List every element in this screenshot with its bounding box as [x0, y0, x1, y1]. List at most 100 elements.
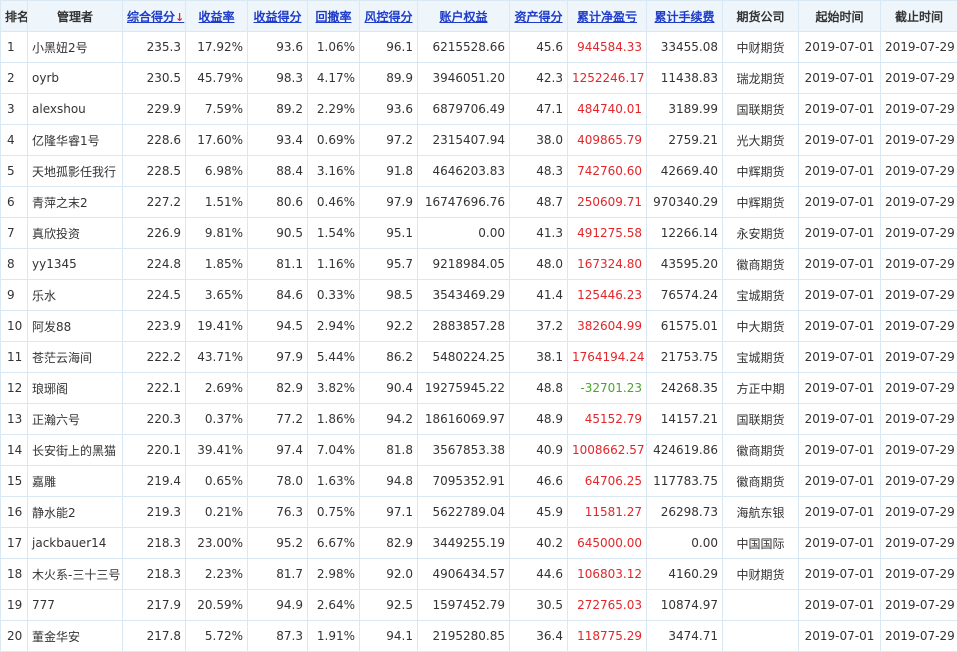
broker-name: 方正中期 — [723, 373, 799, 404]
return-rate: 19.41% — [186, 311, 248, 342]
composite-score: 220.1 — [123, 435, 186, 466]
asset-score: 44.6 — [510, 559, 568, 590]
composite-score: 222.2 — [123, 342, 186, 373]
drawdown-rate: 5.44% — [308, 342, 360, 373]
risk-score: 95.1 — [360, 218, 418, 249]
table-row: 7真欣投资226.99.81%90.51.54%95.10.0041.34912… — [1, 218, 957, 249]
end-date: 2019-07-29 — [881, 218, 957, 249]
drawdown-rate: 0.75% — [308, 497, 360, 528]
header-risk-score[interactable]: 风控得分 — [360, 1, 418, 32]
return-score: 84.6 — [248, 280, 308, 311]
end-date: 2019-07-29 — [881, 435, 957, 466]
start-date: 2019-07-01 — [799, 528, 881, 559]
start-date: 2019-07-01 — [799, 311, 881, 342]
account-equity: 5622789.04 — [418, 497, 510, 528]
row-rank: 14 — [1, 435, 28, 466]
header-equity[interactable]: 账户权益 — [418, 1, 510, 32]
row-rank: 8 — [1, 249, 28, 280]
header-return-rate[interactable]: 收益率 — [186, 1, 248, 32]
broker-name: 中国国际 — [723, 528, 799, 559]
net-pnl: 742760.60 — [568, 156, 647, 187]
return-score: 94.9 — [248, 590, 308, 621]
table-row: 2oyrb230.545.79%98.34.17%89.93946051.204… — [1, 63, 957, 94]
return-score: 93.4 — [248, 125, 308, 156]
row-rank: 16 — [1, 497, 28, 528]
start-date: 2019-07-01 — [799, 435, 881, 466]
table-row: 20董金华安217.85.72%87.31.91%94.12195280.853… — [1, 621, 957, 652]
sort-desc-icon: ↓ — [175, 11, 184, 24]
row-rank: 9 — [1, 280, 28, 311]
broker-name: 光大期货 — [723, 125, 799, 156]
net-pnl: 250609.71 — [568, 187, 647, 218]
header-net-pnl[interactable]: 累计净盈亏 — [568, 1, 647, 32]
table-row: 17jackbauer14218.323.00%95.26.67%82.9344… — [1, 528, 957, 559]
table-body: 1小黑妞2号235.317.92%93.61.06%96.16215528.66… — [1, 32, 957, 652]
asset-score: 36.4 — [510, 621, 568, 652]
return-score: 81.7 — [248, 559, 308, 590]
asset-score: 48.8 — [510, 373, 568, 404]
total-fees: 2759.21 — [647, 125, 723, 156]
account-equity: 6215528.66 — [418, 32, 510, 63]
return-rate: 2.69% — [186, 373, 248, 404]
account-equity: 1597452.79 — [418, 590, 510, 621]
end-date: 2019-07-29 — [881, 466, 957, 497]
row-rank: 15 — [1, 466, 28, 497]
composite-score: 218.3 — [123, 559, 186, 590]
table-row: 8yy1345224.81.85%81.11.16%95.79218984.05… — [1, 249, 957, 280]
broker-name: 瑞龙期货 — [723, 63, 799, 94]
broker-name — [723, 621, 799, 652]
composite-score: 218.3 — [123, 528, 186, 559]
drawdown-rate: 1.91% — [308, 621, 360, 652]
return-score: 90.5 — [248, 218, 308, 249]
asset-score: 45.9 — [510, 497, 568, 528]
row-rank: 19 — [1, 590, 28, 621]
manager-name: jackbauer14 — [28, 528, 123, 559]
return-score: 94.5 — [248, 311, 308, 342]
manager-name: 董金华安 — [28, 621, 123, 652]
account-equity: 9218984.05 — [418, 249, 510, 280]
total-fees: 3474.71 — [647, 621, 723, 652]
return-rate: 45.79% — [186, 63, 248, 94]
row-rank: 17 — [1, 528, 28, 559]
end-date: 2019-07-29 — [881, 311, 957, 342]
asset-score: 37.2 — [510, 311, 568, 342]
header-composite-score[interactable]: 综合得分↓ — [123, 1, 186, 32]
return-rate: 0.65% — [186, 466, 248, 497]
net-pnl: 645000.00 — [568, 528, 647, 559]
end-date: 2019-07-29 — [881, 187, 957, 218]
return-rate: 3.65% — [186, 280, 248, 311]
asset-score: 48.9 — [510, 404, 568, 435]
return-score: 87.3 — [248, 621, 308, 652]
table-row: 16静水能2219.30.21%76.30.75%97.15622789.044… — [1, 497, 957, 528]
asset-score: 46.6 — [510, 466, 568, 497]
net-pnl: 106803.12 — [568, 559, 647, 590]
account-equity: 3543469.29 — [418, 280, 510, 311]
manager-name: 正瀚六号 — [28, 404, 123, 435]
header-fees[interactable]: 累计手续费 — [647, 1, 723, 32]
composite-score: 217.8 — [123, 621, 186, 652]
drawdown-rate: 6.67% — [308, 528, 360, 559]
table-row: 1小黑妞2号235.317.92%93.61.06%96.16215528.66… — [1, 32, 957, 63]
risk-score: 92.0 — [360, 559, 418, 590]
return-rate: 9.81% — [186, 218, 248, 249]
end-date: 2019-07-29 — [881, 249, 957, 280]
return-score: 81.1 — [248, 249, 308, 280]
risk-score: 94.1 — [360, 621, 418, 652]
return-rate: 17.60% — [186, 125, 248, 156]
manager-name: 静水能2 — [28, 497, 123, 528]
ranking-table: 排名 管理者 综合得分↓ 收益率 收益得分 回撤率 风控得分 账户权益 资产得分… — [0, 0, 957, 652]
manager-name: 乐水 — [28, 280, 123, 311]
end-date: 2019-07-29 — [881, 63, 957, 94]
composite-score: 222.1 — [123, 373, 186, 404]
header-drawdown[interactable]: 回撤率 — [308, 1, 360, 32]
row-rank: 20 — [1, 621, 28, 652]
asset-score: 40.9 — [510, 435, 568, 466]
return-score: 95.2 — [248, 528, 308, 559]
header-return-score[interactable]: 收益得分 — [248, 1, 308, 32]
start-date: 2019-07-01 — [799, 621, 881, 652]
row-rank: 1 — [1, 32, 28, 63]
header-asset-score[interactable]: 资产得分 — [510, 1, 568, 32]
start-date: 2019-07-01 — [799, 497, 881, 528]
risk-score: 86.2 — [360, 342, 418, 373]
start-date: 2019-07-01 — [799, 373, 881, 404]
